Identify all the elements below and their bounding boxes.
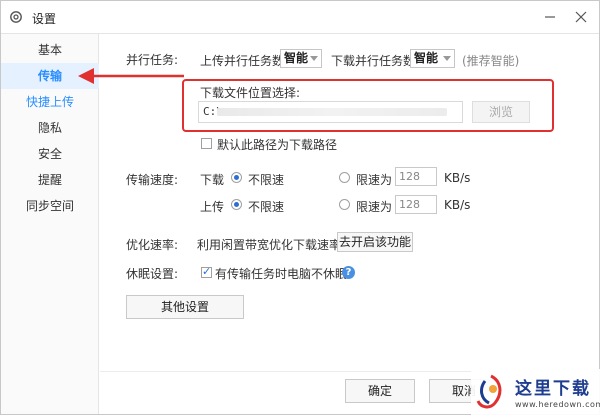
close-icon[interactable]	[571, 7, 591, 27]
download-location-label: 下载文件位置选择:	[200, 86, 301, 100]
default-path-label: 默认此路径为下载路径	[217, 138, 338, 152]
sidebar-item-basic[interactable]: 基本	[1, 37, 99, 63]
settings-sidebar: 基本 传输 快捷上传 隐私 安全 提醒 同步空间	[1, 34, 99, 414]
upload-limit-radio[interactable]	[339, 199, 350, 210]
download-limit-radio[interactable]	[339, 172, 350, 183]
optimize-speed-label: 优化速率:	[126, 238, 179, 252]
sidebar-item-reminder[interactable]: 提醒	[1, 167, 99, 193]
sidebar-item-privacy[interactable]: 隐私	[1, 115, 99, 141]
ok-button[interactable]: 确定	[345, 379, 415, 403]
sidebar-item-quick-upload[interactable]: 快捷上传	[1, 89, 99, 115]
gear-icon	[10, 11, 22, 23]
window-title: 设置	[32, 12, 57, 26]
settings-window: 设置 基本 传输 快捷上传 隐私 安全 提醒 同步空间 并行任务: 上传并行任务…	[0, 0, 600, 415]
sidebar-item-security[interactable]: 安全	[1, 141, 99, 167]
no-sleep-label: 有传输任务时电脑不休眠	[215, 267, 348, 281]
upload-limit-unit: KB/s	[444, 198, 471, 212]
transfer-speed-label: 传输速度:	[126, 173, 179, 187]
path-redaction	[217, 108, 447, 116]
upload-unlimited-radio[interactable]	[231, 199, 242, 210]
site-watermark: 这里下载 www.heredown.com	[471, 369, 600, 415]
minimize-icon[interactable]	[540, 7, 560, 27]
chevron-down-icon	[310, 56, 318, 61]
download-speed-label: 下载	[200, 173, 225, 187]
browse-button[interactable]: 浏览	[472, 101, 530, 123]
download-limit-label: 限速为	[356, 173, 393, 187]
upload-limit-input[interactable]: 128	[395, 195, 437, 214]
optimize-description: 利用闲置带宽优化下载速率	[197, 238, 342, 252]
annotation-arrow-icon	[78, 68, 184, 84]
enable-optimize-button[interactable]: 去开启该功能	[337, 232, 413, 252]
no-sleep-checkbox[interactable]	[201, 265, 212, 278]
parallel-tasks-label: 并行任务:	[126, 53, 179, 67]
help-icon[interactable]: ?	[342, 266, 355, 279]
upload-parallel-label: 上传并行任务数	[200, 54, 285, 68]
watermark-text: 这里下载	[515, 379, 591, 399]
sidebar-item-sync-space[interactable]: 同步空间	[1, 193, 99, 219]
download-parallel-value: 智能	[414, 51, 439, 65]
upload-unlimited-label: 不限速	[248, 200, 285, 214]
download-path-input[interactable]: C:\	[198, 101, 463, 123]
title-bar: 设置	[1, 1, 599, 34]
watermark-url: www.heredown.com	[515, 400, 600, 409]
other-settings-button[interactable]: 其他设置	[126, 295, 244, 319]
upload-parallel-select[interactable]: 智能	[280, 49, 322, 68]
download-parallel-select[interactable]: 智能	[410, 49, 455, 68]
download-limit-input[interactable]: 128	[395, 167, 437, 186]
sleep-settings-label: 休眠设置:	[126, 267, 179, 281]
upload-limit-label: 限速为	[356, 200, 393, 214]
parallel-hint: (推荐智能)	[462, 54, 520, 68]
download-unlimited-radio[interactable]	[231, 172, 242, 183]
default-path-checkbox[interactable]	[201, 138, 212, 149]
download-limit-unit: KB/s	[444, 171, 471, 185]
download-parallel-label: 下载并行任务数	[331, 54, 416, 68]
site-logo-icon	[476, 374, 502, 409]
upload-parallel-value: 智能	[284, 51, 309, 65]
upload-speed-label: 上传	[200, 200, 225, 214]
chevron-down-icon	[443, 56, 451, 61]
download-unlimited-label: 不限速	[248, 173, 285, 187]
